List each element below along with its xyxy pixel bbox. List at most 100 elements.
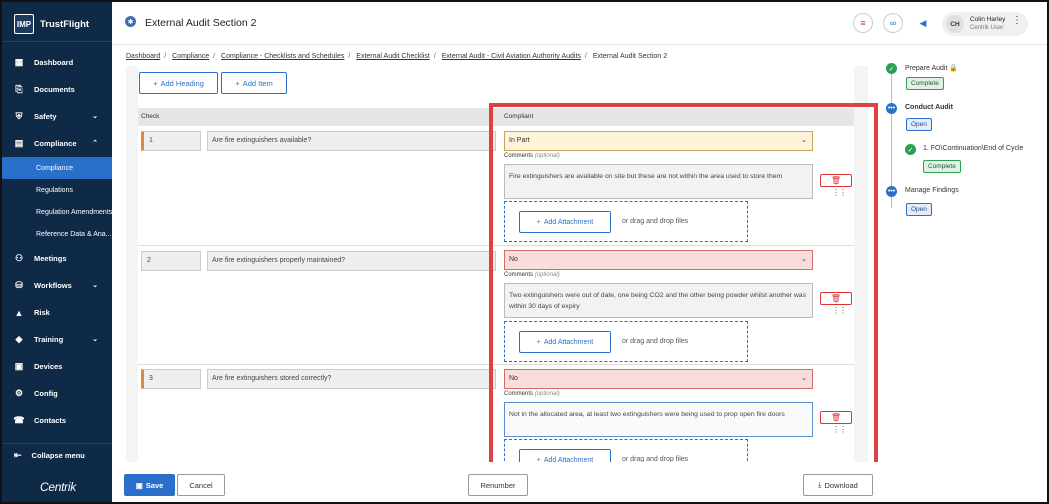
attachment-dropzone[interactable]: + Add Attachment or drag and drop files [504, 439, 748, 462]
megaphone-icon[interactable]: ◀ [913, 13, 933, 33]
collapse-menu-button[interactable]: ⇤ Collapse menu [2, 443, 112, 467]
sidebar-item-workflows[interactable]: ⛁ Workflows ⌄ [2, 272, 112, 299]
column-header-compliant: Compliant [504, 113, 534, 120]
stack-icon[interactable]: ≡ [853, 13, 873, 33]
lock-icon: 🔒 [949, 65, 959, 72]
add-heading-button[interactable]: + Add Heading [139, 72, 218, 94]
comments-textarea[interactable]: Two extinguishers were out of date, one … [504, 283, 813, 318]
user-name: Colin Harley [970, 16, 1006, 23]
add-attachment-button[interactable]: + Add Attachment [519, 449, 611, 462]
dashboard-icon: ▦ [14, 57, 24, 67]
check-icon: ✓ [886, 63, 897, 74]
sidebar-item-contacts[interactable]: ☎ Contacts [2, 407, 112, 434]
compliant-select[interactable]: In Part ⌄ [504, 131, 813, 151]
add-attachment-button[interactable]: + Add Attachment [519, 211, 611, 233]
breadcrumb-link[interactable]: External Audit Checklist [356, 53, 430, 60]
sidebar-item-risk[interactable]: ▲ Risk [2, 299, 112, 326]
delete-button[interactable]: 🗑 [820, 292, 852, 305]
download-button[interactable]: ⤓ Download [803, 474, 873, 496]
add-attachment-button[interactable]: + Add Attachment [519, 331, 611, 353]
main-panel: + Add Heading + Add Item Check Compliant 1… [126, 66, 868, 462]
sidebar-item-config[interactable]: ⚙ Config [2, 380, 112, 407]
drag-handle-icon[interactable]: ⋮⋮ [832, 426, 847, 434]
sidebar-subitem-reference-data[interactable]: Reference Data & Ana... [2, 223, 112, 245]
optional-text: (optional) [534, 153, 560, 159]
trash-icon: 🗑 [830, 413, 842, 422]
more-options-icon[interactable]: ⋮ [1012, 15, 1022, 26]
workflows-icon: ⛁ [15, 280, 23, 290]
sidebar-item-label: Safety [34, 112, 57, 121]
download-label: Download [824, 480, 858, 490]
status-badge[interactable]: Complete [923, 160, 961, 173]
in-progress-icon: ••• [886, 186, 897, 197]
table-header: Check Compliant [138, 108, 854, 126]
check-number[interactable]: 3 [141, 369, 201, 389]
drag-drop-text: or drag and drop files [622, 218, 689, 225]
training-icon: ◆ [15, 334, 23, 344]
in-progress-icon: ••• [886, 103, 897, 114]
trash-icon: 🗑 [830, 176, 842, 185]
step-label-text: Prepare Audit [905, 65, 948, 72]
save-button[interactable]: ▣ Save [124, 474, 175, 496]
comments-textarea[interactable]: Fire extinguishers are available on site… [504, 164, 813, 199]
link-icon[interactable]: ∞ [883, 13, 903, 33]
check-question[interactable]: Are fire extinguishers properly maintain… [207, 251, 496, 271]
compliant-value: No [509, 256, 518, 263]
breadcrumb-link[interactable]: External Audit - Civil Aviation Authorit… [442, 53, 581, 60]
sidebar-subitem-regulation-amendments[interactable]: Regulation Amendments [2, 201, 112, 223]
check-number[interactable]: 1 [141, 131, 201, 151]
add-attachment-label: Add Attachment [543, 338, 594, 346]
comments-text: Comments [504, 272, 534, 278]
audit-icon: ✱ [125, 16, 136, 27]
checklist-content: + Add Heading + Add Item Check Compliant 1… [138, 66, 854, 462]
collapse-icon: ⇤ [14, 450, 22, 460]
sidebar-item-documents[interactable]: ⎘ Documents [2, 76, 112, 103]
risk-icon: ▲ [14, 307, 24, 318]
status-badge[interactable]: Complete [906, 77, 944, 90]
sidebar-subitem-compliance[interactable]: Compliance [2, 157, 112, 179]
sidebar-item-compliance[interactable]: ▤ Compliance ⌃ [2, 130, 112, 157]
status-badge[interactable]: Open [906, 203, 932, 216]
breadcrumb-current: External Audit Section 2 [592, 53, 668, 60]
table-row: 2 Are fire extinguishers properly mainta… [138, 246, 854, 365]
drag-handle-icon[interactable]: ⋮⋮ [832, 189, 847, 197]
sidebar-item-devices[interactable]: ▣ Devices [2, 353, 112, 380]
compliant-select[interactable]: No ⌄ [504, 369, 813, 389]
attachment-dropzone[interactable]: + Add Attachment or drag and drop files [504, 321, 748, 362]
sidebar-item-label: Dashboard [34, 58, 74, 67]
brand-logo: IMP [14, 14, 34, 34]
check-number[interactable]: 2 [141, 251, 201, 271]
sidebar-item-training[interactable]: ◆ Training ⌄ [2, 326, 112, 353]
compliant-select[interactable]: No ⌄ [504, 250, 813, 270]
brand[interactable]: IMP TrustFlight [14, 14, 89, 34]
sidebar-item-meetings[interactable]: ⚇ Meetings [2, 245, 112, 272]
plus-icon: + [153, 78, 158, 88]
step-label: Prepare Audit 🔒 [905, 64, 958, 72]
sidebar-item-safety[interactable]: ⛨ Safety ⌄ [2, 103, 112, 130]
step-label: 1. FO\Continuation\End of Cycle [923, 145, 1024, 152]
cancel-button[interactable]: Cancel [177, 474, 225, 496]
check-question[interactable]: Are fire extinguishers stored correctly? [207, 369, 496, 389]
attachment-dropzone[interactable]: + Add Attachment or drag and drop files [504, 201, 748, 242]
check-icon: ✓ [905, 144, 916, 155]
comments-textarea[interactable]: Not in the allocated area, at least two … [504, 402, 813, 437]
save-label: Save [145, 480, 164, 490]
sidebar-item-label: Risk [34, 308, 50, 317]
breadcrumb-link[interactable]: Compliance - Checklists and Schedules [221, 53, 344, 60]
add-item-button[interactable]: + Add Item [221, 72, 287, 94]
sidebar-subitem-regulations[interactable]: Regulations [2, 179, 112, 201]
renumber-button[interactable]: Renumber [468, 474, 528, 496]
status-badge[interactable]: Open [906, 118, 932, 131]
comments-label: Comments (optional) [504, 153, 560, 159]
drag-handle-icon[interactable]: ⋮⋮ [832, 307, 847, 315]
comments-label: Comments (optional) [504, 272, 560, 278]
divider [2, 41, 112, 42]
sidebar-item-dashboard[interactable]: ▦ Dashboard [2, 49, 112, 76]
check-question[interactable]: Are fire extinguishers available? [207, 131, 496, 151]
brand-name: TrustFlight [40, 18, 90, 30]
delete-button[interactable]: 🗑 [820, 174, 852, 187]
breadcrumb-link[interactable]: Dashboard [126, 53, 160, 60]
delete-button[interactable]: 🗑 [820, 411, 852, 424]
breadcrumb-link[interactable]: Compliance [172, 53, 209, 60]
step-label: Manage Findings [905, 187, 959, 194]
